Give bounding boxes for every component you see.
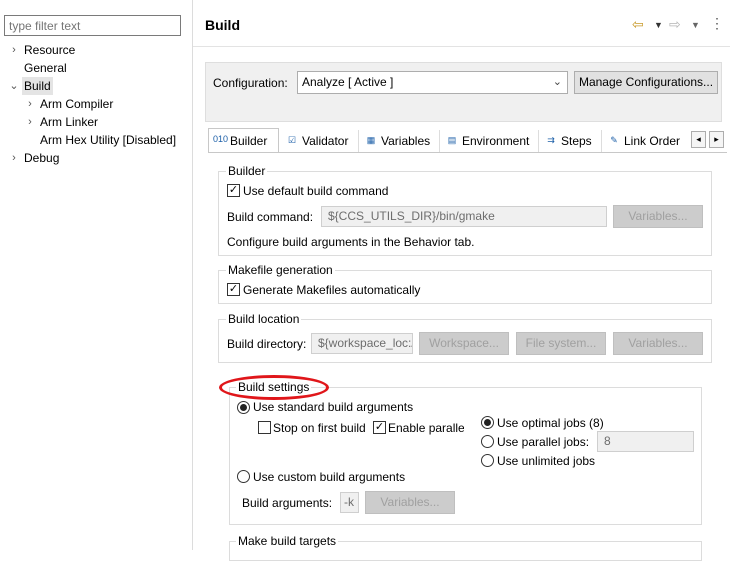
builder-group-title: Builder xyxy=(226,164,268,178)
expanded-twisty-icon[interactable]: ⌄ xyxy=(8,77,20,95)
builder-variables-button[interactable]: Variables... xyxy=(613,205,703,228)
settings-variables-button[interactable]: Variables... xyxy=(365,491,455,514)
tab-bar: 010 Builder ☑ Validator ▦ Variables ▤ Enviro… xyxy=(208,128,727,153)
configuration-select[interactable]: Analyze [ Active ] ⌄ xyxy=(297,71,568,94)
back-dropdown-icon[interactable]: ▼ xyxy=(654,20,663,30)
collapsed-twisty-icon[interactable]: › xyxy=(24,113,36,131)
behavior-note: Configure build arguments in the Behavio… xyxy=(227,235,475,249)
leaf-spacer xyxy=(8,59,20,77)
forward-dropdown-icon[interactable]: ▼ xyxy=(691,20,700,30)
tab-validator[interactable]: ☑ Validator xyxy=(281,130,359,152)
build-targets-group-title: Make build targets xyxy=(236,534,339,548)
location-variables-button[interactable]: Variables... xyxy=(613,332,703,355)
standard-options: Stop on first build ✓ Enable parallel bu… xyxy=(256,416,464,440)
chevron-down-icon: ⌄ xyxy=(552,76,562,88)
highlight-ellipse xyxy=(219,375,329,400)
generate-makefiles-checkbox[interactable]: ✓ xyxy=(227,283,240,296)
build-directory-field[interactable]: ${workspace_loc:/ xyxy=(311,333,413,354)
standard-args-label: Use standard build arguments xyxy=(253,400,414,414)
tab-environment[interactable]: ▤ Environment xyxy=(441,130,539,152)
custom-args-radio[interactable] xyxy=(237,470,250,483)
use-default-command-checkbox[interactable]: ✓ xyxy=(227,184,240,197)
stop-on-first-build-checkbox[interactable] xyxy=(258,421,271,434)
build-arguments-field[interactable]: -k xyxy=(340,492,359,513)
build-location-group-title: Build location xyxy=(226,312,302,326)
tab-link-order[interactable]: ✎ Link Order xyxy=(603,130,691,152)
standard-args-radio[interactable] xyxy=(237,401,250,414)
tab-variables[interactable]: ▦ Variables xyxy=(360,130,440,152)
parallel-jobs-field[interactable]: 8 xyxy=(597,431,694,452)
collapsed-twisty-icon[interactable]: › xyxy=(24,95,36,113)
stop-on-first-build-label: Stop on first build xyxy=(273,421,366,435)
tree-item-label: General xyxy=(24,61,67,75)
manage-configurations-button[interactable]: Manage Configurations... xyxy=(574,71,718,94)
configuration-value: Analyze [ Active ] xyxy=(302,75,394,89)
page-title: Build xyxy=(205,17,240,33)
builder-icon: 010 xyxy=(213,134,229,144)
link-order-icon: ✎ xyxy=(610,135,618,145)
tab-steps[interactable]: ⇉ Steps xyxy=(540,130,602,152)
custom-args-label: Use custom build arguments xyxy=(253,470,406,484)
tab-scroll-right-button[interactable]: ▸ xyxy=(709,131,724,148)
configuration-label: Configuration: xyxy=(213,76,288,90)
tree-item-label: Arm Linker xyxy=(40,115,99,129)
tab-label: Variables xyxy=(381,134,431,148)
unlimited-jobs-label: Use unlimited jobs xyxy=(497,454,596,468)
enable-parallel-label: Enable parallel build xyxy=(388,421,464,435)
pane-divider[interactable] xyxy=(192,0,193,550)
variables-icon: ▦ xyxy=(366,135,376,145)
build-directory-label: Build directory: xyxy=(227,337,307,351)
enable-parallel-checkbox[interactable]: ✓ xyxy=(373,421,386,434)
tab-label: Link Order xyxy=(624,134,681,148)
forward-arrow-icon[interactable]: ⇨ xyxy=(669,16,681,33)
tree-item-label: Arm Compiler xyxy=(40,97,114,111)
tree-item-label: Resource xyxy=(24,43,76,57)
tab-builder[interactable]: 010 Builder xyxy=(208,128,279,153)
file-system-button[interactable]: File system... xyxy=(516,332,606,355)
unlimited-jobs-radio[interactable] xyxy=(481,454,494,467)
makefile-group-title: Makefile generation xyxy=(226,263,335,277)
filter-input[interactable] xyxy=(4,15,181,36)
tab-divider xyxy=(208,152,727,153)
tab-label: Builder xyxy=(230,134,268,148)
parallel-jobs-label: Use parallel jobs: xyxy=(497,435,590,449)
tab-label: Validator xyxy=(302,134,349,148)
tab-label: Environment xyxy=(462,134,530,148)
optimal-jobs-label: Use optimal jobs (8) xyxy=(497,416,604,430)
generate-makefiles-label: Generate Makefiles automatically xyxy=(243,283,421,297)
validator-icon: ☑ xyxy=(287,135,297,145)
tree-item-label: Debug xyxy=(24,151,60,165)
build-command-field[interactable]: ${CCS_UTILS_DIR}/bin/gmake xyxy=(321,206,607,227)
optimal-jobs-radio[interactable] xyxy=(481,416,494,429)
tree-item-label: Build xyxy=(22,77,53,95)
parallel-jobs-radio[interactable] xyxy=(481,435,494,448)
collapsed-twisty-icon[interactable]: › xyxy=(8,149,20,167)
tab-scroll-left-button[interactable]: ◂ xyxy=(691,131,706,148)
use-default-command-label: Use default build command xyxy=(243,184,389,198)
collapsed-twisty-icon[interactable]: › xyxy=(8,41,20,59)
workspace-button[interactable]: Workspace... xyxy=(419,332,509,355)
view-menu-icon[interactable]: ⋮ xyxy=(710,15,724,32)
build-arguments-label: Build arguments: xyxy=(242,496,333,510)
tab-label: Steps xyxy=(561,134,592,148)
tree-item-label: Arm Hex Utility [Disabled] xyxy=(40,133,177,147)
build-command-label: Build command: xyxy=(227,210,314,224)
leaf-spacer xyxy=(24,131,36,149)
header-divider xyxy=(193,46,730,47)
back-arrow-icon[interactable]: ⇦ xyxy=(632,16,644,33)
environment-icon: ▤ xyxy=(447,135,457,145)
steps-icon: ⇉ xyxy=(547,135,555,145)
